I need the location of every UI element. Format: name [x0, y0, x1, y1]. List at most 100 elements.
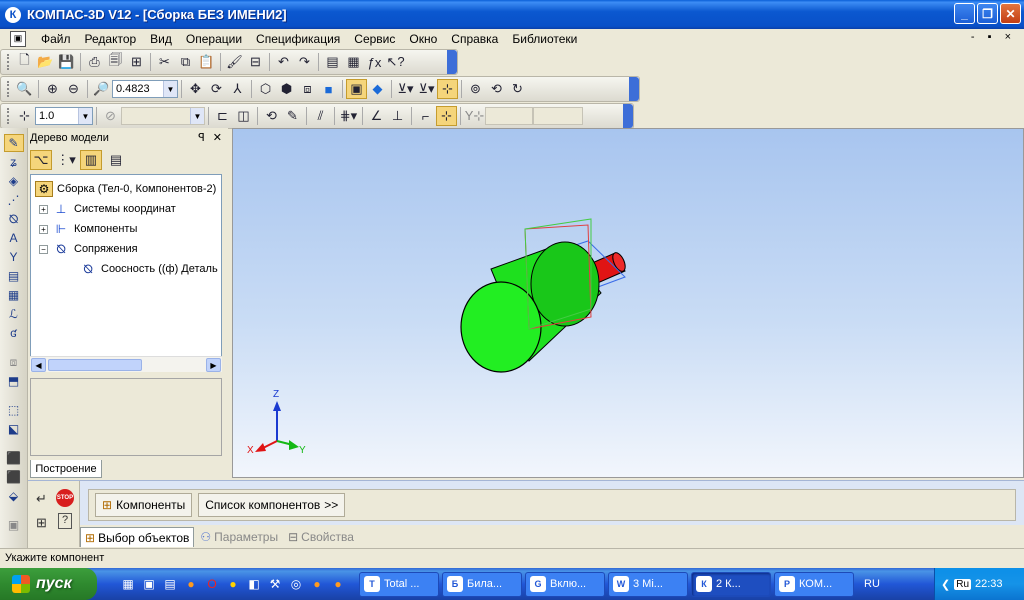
- cube-folder-icon[interactable]: ⬒: [4, 372, 24, 390]
- tab-select-objects[interactable]: ⊞ Выбор объектов: [80, 527, 195, 547]
- redo-icon[interactable]: ↷: [294, 52, 315, 72]
- paint-icon[interactable]: ◧: [245, 575, 263, 593]
- context-help-icon[interactable]: ↖?: [385, 52, 406, 72]
- tree-structure-icon[interactable]: ⌥: [30, 150, 52, 170]
- chrome-icon[interactable]: ●: [224, 575, 242, 593]
- orientation-plane-icon[interactable]: ◫: [233, 106, 254, 126]
- cube-gray-icon[interactable]: ⧈: [4, 353, 24, 371]
- rotate-icon[interactable]: ⟳: [206, 79, 227, 99]
- analysis-icon[interactable]: ʛ: [4, 324, 24, 342]
- cube-colored-icon[interactable]: ⬙: [4, 487, 24, 505]
- tree-horizontal-scrollbar[interactable]: ◀ ▶: [30, 356, 222, 372]
- tab-parameters[interactable]: ⚇ Параметры: [196, 527, 282, 547]
- pan-icon[interactable]: ✥: [185, 79, 206, 99]
- tab-properties[interactable]: ⊟ Свойства: [284, 527, 358, 547]
- close-icon[interactable]: ✕: [213, 131, 222, 144]
- tree-item-components[interactable]: + ⊩ Компоненты: [39, 221, 137, 237]
- tree-view-mode-icon[interactable]: ⋮▾: [55, 150, 77, 170]
- opera-icon[interactable]: O: [203, 575, 221, 593]
- paste-icon[interactable]: 📋: [196, 52, 217, 72]
- menu-operations[interactable]: Операции: [179, 32, 249, 46]
- new-file-icon[interactable]: 🗋: [14, 52, 35, 72]
- preview-icon[interactable]: 🗐: [105, 52, 126, 72]
- format-brush-icon[interactable]: 🖌: [224, 52, 245, 72]
- firefox3-icon[interactable]: ●: [329, 575, 347, 593]
- copy-icon[interactable]: ⧉: [175, 52, 196, 72]
- component-list-button[interactable]: Список компонентов >>: [198, 493, 346, 517]
- apply-enter-icon[interactable]: ↵: [36, 491, 47, 507]
- scroll-thumb[interactable]: [48, 359, 142, 371]
- menu-specification[interactable]: Спецификация: [249, 32, 347, 46]
- model-canvas[interactable]: Z X Y: [233, 129, 1023, 477]
- task-pdf[interactable]: P КОМ...: [774, 571, 854, 597]
- mates-icon[interactable]: ⦰: [4, 210, 24, 228]
- undo-icon[interactable]: ↶: [273, 52, 294, 72]
- filter-icon[interactable]: Y: [4, 248, 24, 266]
- tree-panel-icon[interactable]: ▤: [322, 52, 343, 72]
- tray-arrow-icon[interactable]: ❮: [941, 578, 950, 591]
- measure-icon[interactable]: ⊚: [465, 79, 486, 99]
- language-indicator[interactable]: RU: [864, 578, 880, 590]
- tree-item-mates[interactable]: − ⦰ Сопряжения: [39, 241, 138, 257]
- orthogonal-icon[interactable]: ⊥: [387, 106, 408, 126]
- rebuild-icon[interactable]: ⟲: [486, 79, 507, 99]
- expand-icon[interactable]: +: [39, 204, 48, 214]
- print-preview-icon[interactable]: ⊞: [126, 52, 147, 72]
- refresh-icon[interactable]: ↻: [507, 79, 528, 99]
- curves-icon[interactable]: ʑ: [4, 153, 24, 171]
- save-icon[interactable]: 💾: [56, 52, 77, 72]
- tray-language-badge[interactable]: Ru: [954, 578, 972, 590]
- grid-step-combo[interactable]: 1.0 ▼: [35, 107, 93, 125]
- grid-step-icon[interactable]: ⊹: [14, 106, 35, 126]
- filter-faces-icon[interactable]: ⊻▾: [416, 79, 437, 99]
- task-word[interactable]: W 3 Mi...: [608, 571, 688, 597]
- tree-filter-icon[interactable]: ▥: [80, 150, 102, 170]
- firefox2-icon[interactable]: ●: [308, 575, 326, 593]
- menu-file[interactable]: Файл: [34, 32, 78, 46]
- wireframe-icon[interactable]: ⬡: [255, 79, 276, 99]
- chevron-down-icon[interactable]: ▼: [163, 81, 177, 97]
- surfaces-icon[interactable]: ◈: [4, 172, 24, 190]
- orientation-icon[interactable]: ⅄: [227, 79, 248, 99]
- scroll-right-icon[interactable]: ▶: [206, 358, 221, 372]
- insert-component-icon[interactable]: ⬕: [4, 420, 24, 438]
- browser-icon[interactable]: ◎: [287, 575, 305, 593]
- model-viewport[interactable]: Z X Y: [232, 128, 1024, 478]
- menu-view[interactable]: Вид: [143, 32, 179, 46]
- app-icon[interactable]: ▤: [161, 575, 179, 593]
- cube-blue-icon[interactable]: ⬛: [4, 468, 24, 486]
- clock[interactable]: 22:33: [975, 578, 1003, 590]
- scroll-left-icon[interactable]: ◀: [31, 358, 46, 372]
- print-icon[interactable]: ⎙: [84, 52, 105, 72]
- chevron-down-icon[interactable]: ▼: [78, 108, 92, 124]
- snap-bindings-icon[interactable]: ⊹: [436, 106, 457, 126]
- model-tree-body[interactable]: ⚙ Сборка (Тел-0, Компонентов-2) + ⊥ Сист…: [30, 174, 222, 372]
- menu-window[interactable]: Окно: [402, 32, 444, 46]
- zoom-in-icon[interactable]: ⊕: [42, 79, 63, 99]
- dimensions-icon[interactable]: A: [4, 229, 24, 247]
- thin-hidden-icon[interactable]: ⧈: [297, 79, 318, 99]
- menu-help[interactable]: Справка: [444, 32, 505, 46]
- cube-icon[interactable]: ⬛: [4, 449, 24, 467]
- properties-icon[interactable]: ⊟: [245, 52, 266, 72]
- frame-icon[interactable]: ▣: [4, 516, 24, 534]
- variables-fx-icon[interactable]: ƒx: [364, 52, 385, 72]
- hidden-lines-icon[interactable]: ⬢: [276, 79, 297, 99]
- tree-item-coordinate-systems[interactable]: + ⊥ Системы координат: [39, 201, 176, 217]
- start-button[interactable]: пуск: [0, 568, 97, 600]
- snap-icon[interactable]: ⊹: [437, 79, 458, 99]
- task-kompas[interactable]: К 2 К...: [691, 571, 771, 597]
- tree-item-concentric[interactable]: ⦰ Соосность ((ф) Деталь: [79, 261, 218, 277]
- minimize-button[interactable]: _: [954, 3, 975, 24]
- toolbar-grip[interactable]: [7, 108, 10, 124]
- zoom-scale-combo[interactable]: 0.4823 ▼: [112, 80, 178, 98]
- local-cs-icon[interactable]: ⊏: [212, 106, 233, 126]
- parameters-panel-icon[interactable]: ▦: [343, 52, 364, 72]
- components-button[interactable]: ⊞ Компоненты: [95, 493, 193, 517]
- round-icon[interactable]: ⌐: [415, 106, 436, 126]
- spec-icon[interactable]: ▤: [4, 267, 24, 285]
- shaded-edges-icon[interactable]: ▣: [346, 79, 367, 99]
- close-button[interactable]: ✕: [1000, 3, 1021, 24]
- open-folder-icon[interactable]: 📂: [35, 52, 56, 72]
- plane-icon[interactable]: ⫽: [310, 106, 331, 126]
